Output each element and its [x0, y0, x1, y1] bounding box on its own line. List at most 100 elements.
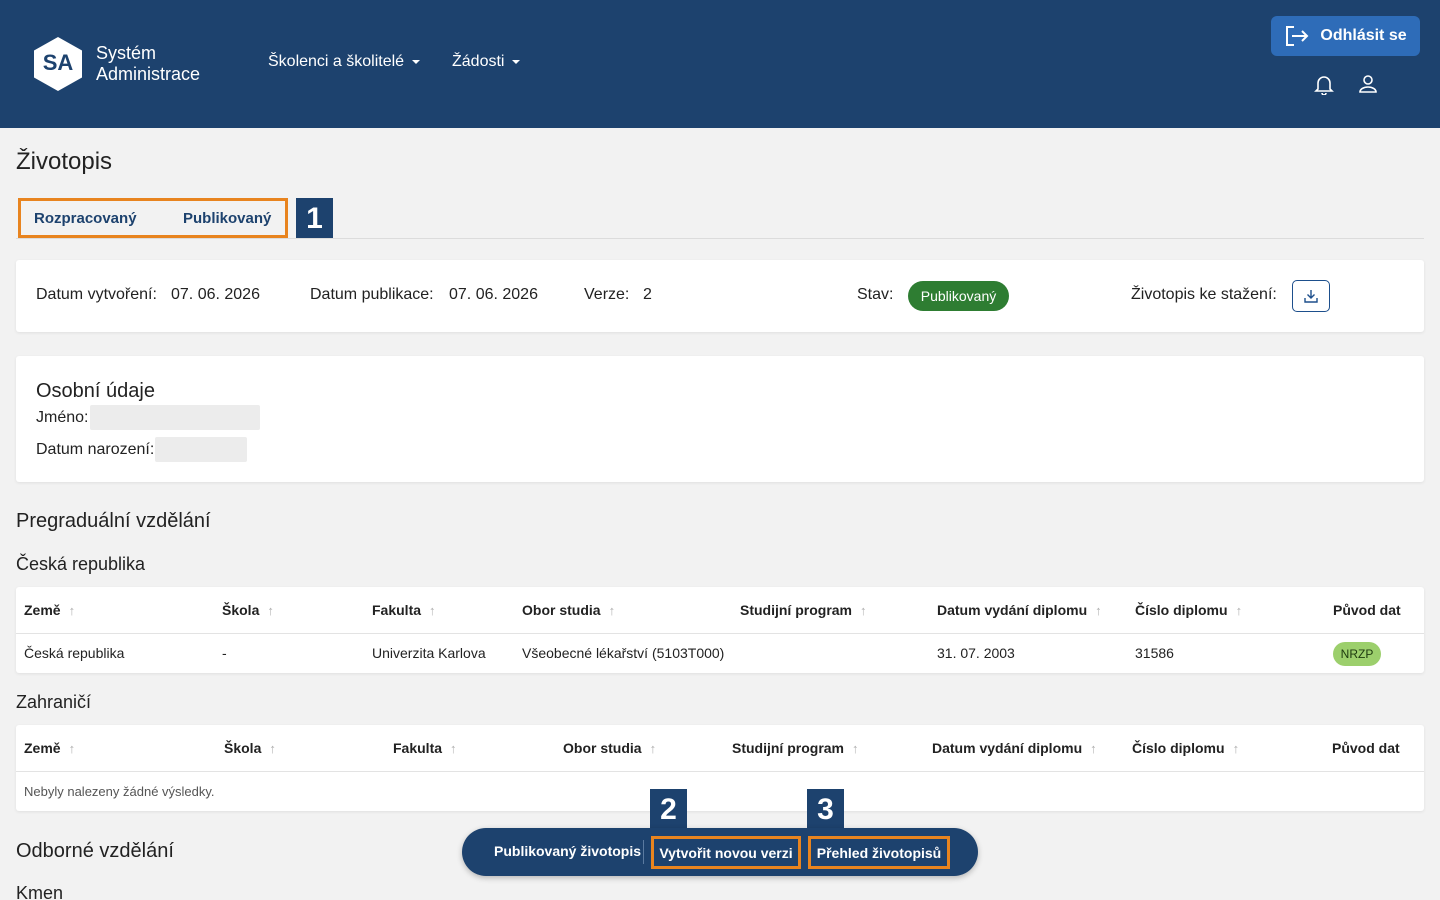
create-new-version-button[interactable]: Vytvořit novou verzi	[651, 836, 801, 869]
personal-title: Osobní údaje	[36, 380, 155, 402]
logo-initials: SA	[42, 50, 74, 75]
col-diploma-number[interactable]: Číslo diplomu ↑	[1135, 602, 1242, 618]
col-school[interactable]: Škola ↑	[222, 602, 274, 618]
col-school[interactable]: Škola ↑	[224, 740, 276, 756]
sort-arrow-icon: ↑	[1090, 740, 1097, 756]
callout-2: 2	[650, 789, 687, 830]
name-label: Jméno:	[36, 409, 89, 426]
sort-arrow-icon: ↑	[450, 740, 457, 756]
professional-title: Odborné vzdělání	[16, 840, 174, 862]
col-school-label: Škola	[222, 602, 260, 618]
nav-trainees-label: Školenci a školitelé	[268, 53, 405, 70]
birth-value-redacted	[155, 437, 247, 462]
col-program-label: Studijní program	[732, 740, 844, 756]
col-field[interactable]: Obor studia ↑	[563, 740, 656, 756]
col-field[interactable]: Obor studia ↑	[522, 602, 615, 618]
created-label: Datum vytvoření:	[36, 286, 157, 303]
col-school-label: Škola	[224, 740, 262, 756]
sort-arrow-icon: ↑	[852, 740, 859, 756]
bell-icon[interactable]	[1313, 73, 1335, 95]
col-diploma-date[interactable]: Datum vydání diplomu ↑	[937, 602, 1102, 618]
sort-arrow-icon: ↑	[269, 740, 276, 756]
chevron-down-icon	[412, 60, 421, 64]
logout-button[interactable]: Odhlásit se	[1271, 16, 1420, 56]
col-country-label: Země	[24, 740, 61, 756]
sort-arrow-icon: ↑	[429, 602, 436, 618]
czech-title: Česká republika	[16, 554, 146, 574]
col-diploma-number[interactable]: Číslo diplomu ↑	[1132, 740, 1239, 756]
col-source: Původ dat	[1332, 740, 1400, 756]
chevron-down-icon	[512, 60, 521, 64]
sort-arrow-icon: ↑	[1232, 740, 1240, 756]
foreign-table	[16, 725, 1424, 811]
cell-field: Všeobecné lékařství (5103T000)	[522, 645, 725, 661]
birth-label: Datum narození:	[36, 441, 155, 458]
sort-arrow-icon: ↑	[68, 602, 76, 618]
version-value: 2	[643, 286, 652, 303]
col-program-label: Studijní program	[740, 602, 852, 618]
col-faculty-label: Fakulta	[372, 602, 422, 618]
empty-message: Nebyly nalezeny žádné výsledky.	[24, 784, 215, 799]
callout-1: 1	[296, 198, 333, 239]
name-value-redacted	[90, 405, 260, 430]
version-label: Verze:	[584, 286, 630, 303]
status-label: Stav:	[857, 286, 894, 303]
col-source-label: Původ dat	[1332, 740, 1400, 756]
app-name-line1: Systém	[96, 43, 157, 63]
cv-overview-button[interactable]: Přehled životopisů	[808, 836, 950, 869]
col-field-label: Obor studia	[522, 602, 601, 618]
header-divider	[16, 771, 1424, 772]
source-badge: NRZP	[1333, 642, 1381, 666]
col-country[interactable]: Země ↑	[24, 602, 75, 618]
sort-arrow-icon: ↑	[860, 602, 867, 618]
col-diploma-date-label: Datum vydání diplomu	[937, 602, 1088, 618]
pregrad-title: Pregraduální vzdělání	[16, 510, 211, 532]
col-faculty[interactable]: Fakulta ↑	[393, 740, 457, 756]
tab-published[interactable]: Publikovaný	[183, 210, 271, 227]
sort-arrow-icon: ↑	[1235, 602, 1243, 618]
sort-arrow-icon: ↑	[267, 602, 274, 618]
sort-arrow-icon: ↑	[608, 602, 616, 618]
cell-diploma-date: 31. 07. 2003	[937, 645, 1015, 661]
nav-requests-label: Žádosti	[452, 53, 505, 70]
col-source: Původ dat	[1333, 602, 1401, 618]
sort-arrow-icon: ↑	[68, 740, 76, 756]
col-program[interactable]: Studijní program ↑	[732, 740, 859, 756]
app-name[interactable]: Systém Administrace	[96, 43, 200, 85]
cell-diploma-number: 31586	[1135, 645, 1174, 661]
cell-country: Česká republika	[24, 645, 125, 661]
col-diploma-date[interactable]: Datum vydání diplomu ↑	[932, 740, 1097, 756]
page-title: Životopis	[16, 148, 113, 175]
col-country-label: Země	[24, 602, 61, 618]
cell-school: -	[222, 645, 227, 661]
professional-sub: Kmen	[16, 883, 64, 900]
foreign-title: Zahraničí	[16, 692, 92, 712]
user-icon[interactable]	[1357, 73, 1379, 95]
action-bar-label: Publikovaný životopis	[494, 843, 642, 859]
col-program[interactable]: Studijní program ↑	[740, 602, 867, 618]
download-button[interactable]	[1292, 280, 1330, 312]
nav-trainees-menu[interactable]: Školenci a školitelé	[268, 53, 421, 71]
col-field-label: Obor studia	[563, 740, 642, 756]
col-source-label: Původ dat	[1333, 602, 1401, 618]
col-faculty[interactable]: Fakulta ↑	[372, 602, 436, 618]
tabs-divider	[16, 238, 1424, 239]
app-header: SA Systém Administrace Školenci a školit…	[0, 0, 1440, 128]
download-icon	[1304, 290, 1318, 303]
col-country[interactable]: Země ↑	[24, 740, 75, 756]
cell-faculty: Univerzita Karlova	[372, 645, 486, 661]
nav-requests-menu[interactable]: Žádosti	[452, 53, 521, 71]
app-name-line2: Administrace	[96, 64, 201, 84]
download-label: Životopis ke stažení:	[1131, 286, 1277, 303]
published-value: 07. 06. 2026	[449, 286, 538, 303]
sort-arrow-icon: ↑	[649, 740, 657, 756]
published-label: Datum publikace:	[310, 286, 434, 303]
tab-draft[interactable]: Rozpracovaný	[34, 210, 137, 227]
col-diploma-date-label: Datum vydání diplomu	[932, 740, 1083, 756]
created-value: 07. 06. 2026	[171, 286, 260, 303]
col-diploma-number-label: Číslo diplomu	[1135, 602, 1228, 618]
col-diploma-number-label: Číslo diplomu	[1132, 740, 1225, 756]
sort-arrow-icon: ↑	[1095, 602, 1102, 618]
header-divider	[16, 633, 1424, 634]
cv-tabs: Rozpracovaný Publikovaný	[18, 198, 288, 238]
